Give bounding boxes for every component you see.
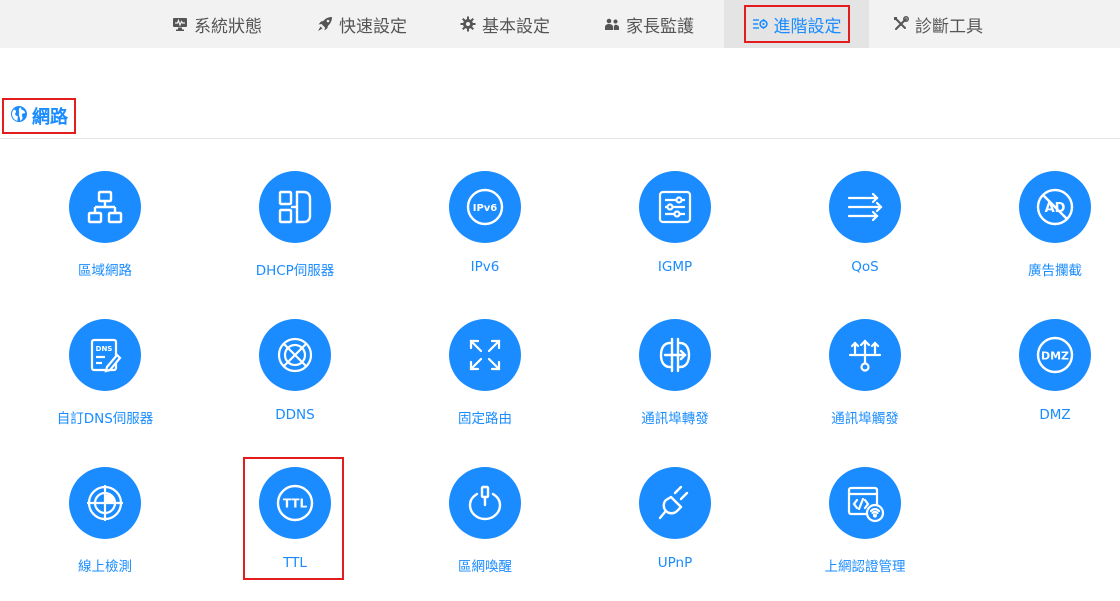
section-title-text: 網路 (32, 107, 68, 128)
tile-label: IPv6 (470, 259, 500, 275)
nav-quick-setup[interactable]: 快速設定 (317, 0, 407, 48)
tile-port-triggering[interactable]: 通訊埠觸發 (770, 319, 960, 439)
dhcp-icon (259, 171, 331, 243)
tile-label: 區網喚醒 (458, 559, 512, 575)
svg-text:DMZ: DMZ (1041, 350, 1069, 363)
monitor-icon (172, 16, 188, 32)
tile-custom-dns[interactable]: DNS 自訂DNS伺服器 (10, 319, 200, 439)
tile-auth-management[interactable]: 上網認證管理 (770, 467, 960, 587)
ipv6-icon: IPv6 (449, 171, 521, 243)
tile-static-route[interactable]: 固定路由 (390, 319, 580, 439)
port-forward-icon (639, 319, 711, 391)
top-navigation: 系統狀態 快速設定 基本設定 家長監護 進階設定 診斷工具 (0, 0, 1120, 48)
tile-label: 上網認證管理 (824, 559, 906, 575)
nav-advanced-setup[interactable]: 進階設定 (724, 0, 869, 48)
static-route-icon (449, 319, 521, 391)
tile-ad-block[interactable]: AD 廣告攔截 (960, 171, 1120, 291)
tile-wake-on-lan[interactable]: 區網喚醒 (390, 467, 580, 587)
igmp-icon (639, 171, 711, 243)
tile-ipv6[interactable]: IPv6 IPv6 (390, 171, 580, 291)
wake-on-lan-icon (449, 467, 521, 539)
online-check-icon (69, 467, 141, 539)
ddns-icon (259, 319, 331, 391)
tile-label: UPnP (657, 555, 693, 571)
users-icon (604, 16, 620, 32)
upnp-icon (639, 467, 711, 539)
dns-icon: DNS (69, 319, 141, 391)
tile-label: DHCP伺服器 (255, 263, 335, 279)
section-title-network: 網路 (2, 98, 76, 134)
tile-label: QoS (851, 259, 879, 275)
tile-lan[interactable]: 區域網路 (10, 171, 200, 291)
tile-online-check[interactable]: 線上檢測 (10, 467, 200, 587)
nav-system-status[interactable]: 系統狀態 (172, 0, 262, 48)
tile-label: 廣告攔截 (1028, 263, 1082, 279)
nav-label: 診斷工具 (915, 16, 983, 37)
tile-port-forwarding[interactable]: 通訊埠轉發 (580, 319, 770, 439)
tile-ddns[interactable]: DDNS (200, 319, 390, 439)
tile-label: 通訊埠觸發 (831, 411, 899, 427)
svg-text:DNS: DNS (96, 345, 113, 353)
auth-management-icon (829, 467, 901, 539)
nav-label: 基本設定 (482, 16, 550, 37)
svg-text:IPv6: IPv6 (473, 203, 498, 214)
nav-label: 快速設定 (339, 16, 407, 37)
tile-label: 通訊埠轉發 (641, 411, 709, 427)
nav-label: 系統狀態 (194, 16, 262, 37)
dmz-icon: DMZ (1019, 319, 1091, 391)
nav-parental-control[interactable]: 家長監護 (604, 0, 694, 48)
tile-qos[interactable]: QoS (770, 171, 960, 291)
gear-icon (460, 16, 476, 32)
qos-icon (829, 171, 901, 243)
tile-label: 自訂DNS伺服器 (56, 411, 154, 427)
svg-text:AD: AD (1045, 201, 1066, 216)
tools-icon (893, 16, 909, 32)
nav-label: 進階設定 (773, 16, 842, 37)
tile-label: DMZ (1039, 407, 1071, 423)
port-trigger-icon (829, 319, 901, 391)
tile-igmp[interactable]: IGMP (580, 171, 770, 291)
nav-basic-setup[interactable]: 基本設定 (460, 0, 550, 48)
lan-icon (69, 171, 141, 243)
tile-label: DDNS (275, 407, 315, 423)
tile-label: 線上檢測 (78, 559, 132, 575)
rocket-icon (317, 16, 333, 32)
ttl-highlight-box (243, 457, 344, 580)
tile-dmz[interactable]: DMZ DMZ (960, 319, 1120, 439)
tile-label: IGMP (657, 259, 693, 275)
tile-upnp[interactable]: UPnP (580, 467, 770, 587)
nav-label: 家長監護 (626, 16, 694, 37)
tile-label: 區域網路 (78, 263, 132, 279)
section-divider (0, 138, 1120, 139)
nav-active-outline: 進階設定 (743, 5, 850, 43)
nav-diagnostic-tools[interactable]: 診斷工具 (893, 0, 983, 48)
globe-icon (10, 105, 28, 128)
tile-dhcp-server[interactable]: DHCP伺服器 (200, 171, 390, 291)
ad-block-icon: AD (1019, 171, 1091, 243)
sliders-gear-icon (752, 16, 768, 32)
tile-label: 固定路由 (458, 411, 512, 427)
